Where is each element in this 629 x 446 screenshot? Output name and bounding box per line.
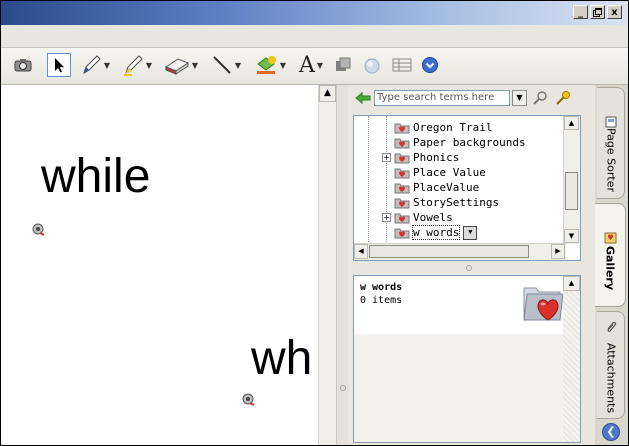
tree-guide-line	[368, 116, 369, 244]
canvas-word[interactable]: while	[41, 153, 150, 201]
tree-item-label: Place Value	[413, 166, 486, 179]
gallery-collection-icon	[394, 198, 410, 209]
properties-icon[interactable]	[417, 53, 443, 77]
tree-item-phonics[interactable]: Phonics	[394, 150, 459, 165]
scroll-up-button[interactable]: ▲	[319, 85, 336, 102]
collection-folder-icon	[523, 287, 564, 321]
scrollbar-thumb[interactable]	[565, 172, 578, 210]
gallery-collection-icon	[394, 168, 410, 179]
whiteboard-canvas[interactable]: while wh	[1, 85, 317, 445]
tree-item-placevalue[interactable]: PlaceValue	[394, 180, 479, 195]
window-controls: _ x	[573, 5, 622, 19]
maximize-button[interactable]	[590, 5, 605, 19]
fill-icon	[256, 56, 276, 74]
page-sorter-icon	[605, 116, 617, 128]
menu-strip	[1, 25, 628, 48]
gallery-contents: w words 0 items ▲	[353, 275, 581, 443]
search-history-dropdown[interactable]: ▼	[512, 90, 527, 106]
tree-item-paper-backgrounds[interactable]: Paper backgrounds	[394, 135, 526, 150]
table-icon[interactable]	[389, 53, 415, 77]
fill-tool-button[interactable]: ▼	[249, 53, 291, 77]
collapse-panel-icon[interactable]: ❮	[602, 423, 620, 441]
eraser-icon	[164, 58, 189, 75]
tree-vertical-scrollbar[interactable]: ▲ ▼	[563, 116, 580, 244]
scrollbar-thumb[interactable]	[369, 245, 529, 258]
screen-shade-icon[interactable]	[359, 53, 385, 77]
pen-icon	[83, 55, 101, 75]
scroll-up-button[interactable]: ▲	[563, 276, 580, 291]
gallery-tools-icon[interactable]	[554, 90, 572, 106]
splitter-grip-icon	[340, 385, 346, 391]
gallery-panel: Type search terms here ▼ Oregon Trail Pa…	[348, 85, 595, 445]
expand-phonics-button[interactable]: +	[382, 153, 391, 162]
toolbar: ▼ ▼ ▼ ▼ ▼ A ▼	[1, 48, 628, 85]
gallery-collection-icon	[394, 228, 410, 239]
object-menu-handle-icon[interactable]	[31, 222, 45, 236]
gallery-collection-icon	[394, 213, 410, 224]
gallery-search-row: Type search terms here ▼	[348, 85, 595, 113]
gallery-collection-icon	[394, 183, 410, 194]
collection-title: w words	[360, 282, 403, 293]
gallery-collection-icon	[394, 138, 410, 149]
pen-tool-button[interactable]: ▼	[75, 53, 115, 77]
tab-page-sorter[interactable]: Page Sorter	[597, 87, 625, 199]
scroll-down-button[interactable]: ▼	[564, 229, 579, 243]
tree-guide-line	[386, 116, 387, 244]
scroll-right-button[interactable]: ▶	[551, 244, 565, 259]
close-button[interactable]: x	[607, 5, 622, 19]
line-tool-button[interactable]: ▼	[207, 53, 245, 77]
scroll-up-button[interactable]: ▲	[564, 116, 579, 130]
collection-header[interactable]: w words 0 items	[354, 276, 564, 334]
layer-icon[interactable]	[331, 53, 355, 77]
tab-label: Page Sorter	[604, 128, 617, 192]
expand-vowels-button[interactable]: +	[382, 213, 391, 222]
tree-item-label: Vowels	[413, 211, 453, 224]
app-window: _ x ▼ ▼ ▼ ▼ ▼ A ▼ while wh ▲ Type search…	[0, 0, 629, 446]
tree-item-vowels[interactable]: Vowels	[394, 210, 453, 225]
tree-item-label: Oregon Trail	[413, 121, 493, 134]
tab-gallery[interactable]: Gallery	[595, 203, 626, 307]
canvas-word[interactable]: wh	[251, 335, 312, 383]
tree-item-label: Phonics	[413, 151, 460, 164]
gallery-icon	[604, 232, 617, 244]
side-tabs: Page Sorter Gallery Attachments ❮	[595, 85, 628, 445]
gallery-collection-icon	[394, 153, 410, 164]
gallery-vertical-scrollbar[interactable]: ▲	[563, 276, 580, 442]
tree-item-w-words[interactable]: w words ▼	[394, 225, 478, 240]
tree-item-label: PlaceValue	[413, 181, 480, 194]
object-menu-handle-icon[interactable]	[241, 392, 255, 406]
tree-item-label: Paper backgrounds	[413, 136, 526, 149]
search-icon[interactable]	[532, 90, 548, 106]
tree-item-oregon-trail[interactable]: Oregon Trail	[394, 120, 492, 135]
title-bar: _ x	[1, 1, 628, 25]
gallery-collection-icon	[394, 123, 410, 134]
camera-icon[interactable]	[11, 53, 35, 77]
text-icon: A	[298, 52, 315, 78]
gallery-tree: Oregon Trail Paper backgrounds + Phonics…	[353, 115, 581, 261]
tree-item-label: w words	[411, 225, 461, 240]
tab-attachments[interactable]: Attachments	[597, 311, 625, 419]
paperclip-icon	[607, 321, 617, 332]
canvas-vertical-scrollbar[interactable]: ▲	[318, 85, 336, 445]
tree-item-label: StorySettings	[413, 196, 500, 209]
pane-splitter-grip-icon[interactable]	[466, 265, 472, 271]
tab-label: Attachments	[604, 342, 617, 414]
tree-horizontal-scrollbar[interactable]: ◀ ▶	[354, 243, 566, 260]
tree-item-story-settings[interactable]: StorySettings	[394, 195, 499, 210]
line-icon	[213, 56, 231, 74]
gallery-search-input[interactable]: Type search terms here	[374, 90, 510, 106]
tab-label: Gallery	[603, 245, 617, 291]
text-tool-button[interactable]: A ▼	[293, 52, 329, 78]
select-arrow-icon[interactable]	[47, 53, 71, 77]
item-menu-dropdown[interactable]: ▼	[463, 225, 478, 240]
collection-item-count: 0 items	[360, 295, 403, 306]
tree-item-place-value[interactable]: Place Value	[394, 165, 486, 180]
eraser-tool-button[interactable]: ▼	[159, 53, 203, 77]
highlighter-icon	[123, 55, 143, 76]
highlighter-tool-button[interactable]: ▼	[117, 53, 157, 77]
back-arrow-icon[interactable]	[355, 92, 371, 104]
minimize-button[interactable]: _	[573, 5, 588, 19]
scroll-left-button[interactable]: ◀	[354, 244, 368, 259]
collection-items-area[interactable]	[354, 334, 564, 442]
